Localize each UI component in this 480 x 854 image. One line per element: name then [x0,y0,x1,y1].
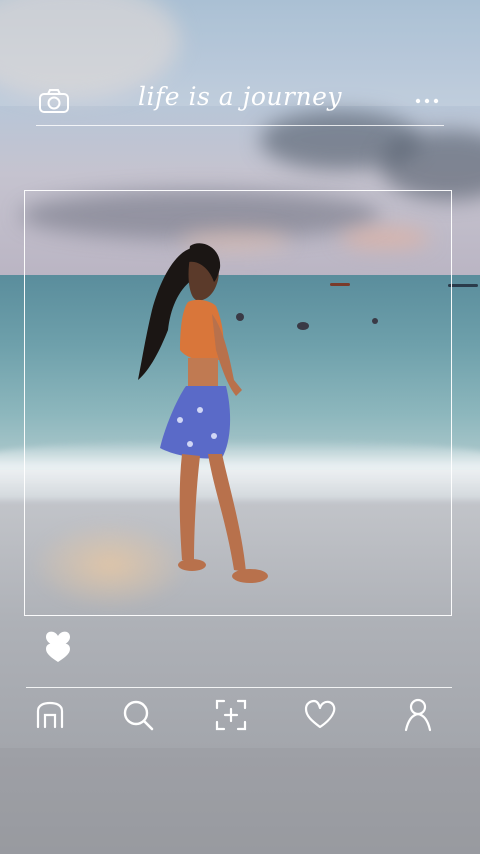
boat [448,284,478,287]
header-divider [36,125,444,126]
bottom-frosted-overlay [0,748,480,854]
app-title: life is a journey [138,82,342,111]
search-icon[interactable] [120,697,156,733]
add-post-icon[interactable] [213,697,249,733]
more-dots-icon[interactable] [414,96,440,106]
photo-frame[interactable] [24,190,452,616]
nav-divider [26,687,452,688]
profile-icon[interactable] [400,697,436,733]
heart-outline-icon[interactable] [302,697,338,733]
app-header: life is a journey [0,78,480,126]
home-icon[interactable] [32,697,68,733]
heart-filled-icon[interactable] [42,628,74,664]
